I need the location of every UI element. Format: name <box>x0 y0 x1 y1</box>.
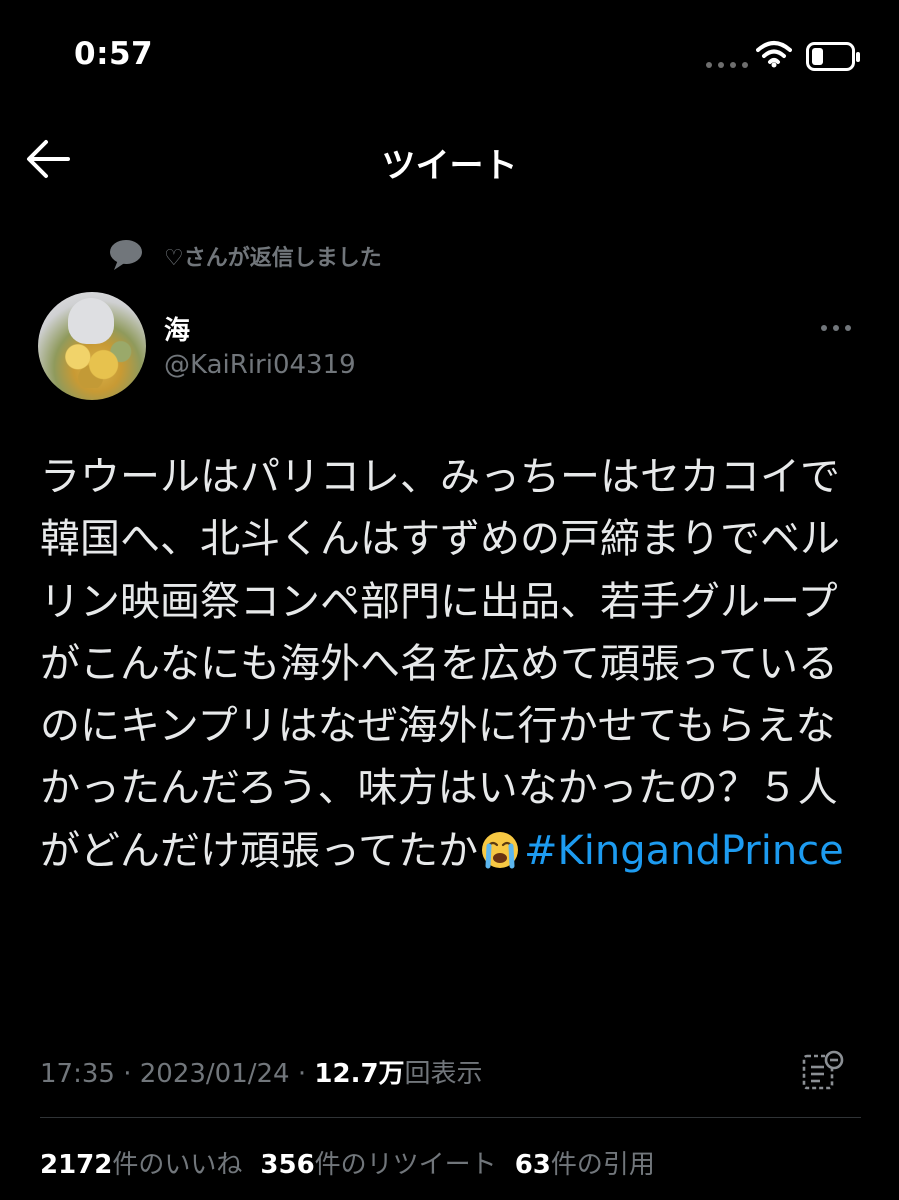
quotes-count[interactable]: 63 <box>515 1150 551 1180</box>
meta-separator: · <box>123 1059 132 1089</box>
tweet-time: 17:35 <box>40 1059 115 1089</box>
tweet-date: 2023/01/24 <box>139 1059 290 1089</box>
meta-separator: · <box>297 1059 307 1089</box>
loudly-crying-face-icon <box>480 826 520 869</box>
hashtag-link[interactable]: #KingandPrince <box>524 828 844 874</box>
analytics-icon[interactable] <box>802 1050 844 1096</box>
wifi-icon <box>756 40 792 72</box>
more-options-icon[interactable] <box>821 325 851 331</box>
battery-icon <box>806 42 862 76</box>
view-count: 12.7万 <box>314 1059 405 1089</box>
quotes-label[interactable]: 件の引用 <box>551 1150 655 1180</box>
engagement-stats: 2172件のいいね 356件のリツイート 63件の引用 <box>40 1144 655 1181</box>
tweet-meta: 17:35 · 2023/01/24 · 12.7万回表示 <box>40 1053 483 1090</box>
author-handle[interactable]: @KaiRiri04319 <box>164 350 356 380</box>
retweets-label[interactable]: 件のリツイート <box>315 1150 497 1180</box>
status-time: 0:57 <box>74 36 154 72</box>
tweet-text: ラウールはパリコレ、みっちーはセカコイで韓国へ、北斗くんはすずめの戸締まりでベル… <box>40 446 870 882</box>
reply-context-text: ♡さんが返信しました <box>164 246 382 271</box>
cellular-signal-icon <box>706 62 748 68</box>
avatar[interactable] <box>38 292 146 400</box>
tweet-body-text: ラウールはパリコレ、みっちーはセカコイで韓国へ、北斗くんはすずめの戸締まりでベル… <box>40 454 840 874</box>
retweets-count[interactable]: 356 <box>260 1150 314 1180</box>
divider <box>40 1117 861 1118</box>
view-count-label: 回表示 <box>404 1059 483 1089</box>
author-display-name[interactable]: 海 <box>164 310 190 347</box>
likes-count[interactable]: 2172 <box>40 1150 112 1180</box>
likes-label[interactable]: 件のいいね <box>112 1150 242 1180</box>
reply-icon <box>108 238 144 276</box>
page-title: ツイート <box>381 146 518 186</box>
